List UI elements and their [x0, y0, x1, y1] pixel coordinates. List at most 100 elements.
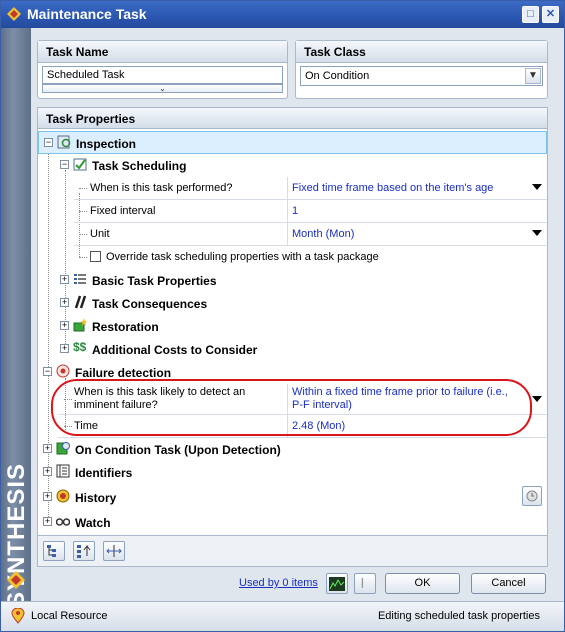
- tree-line: [79, 257, 87, 258]
- task-name-input[interactable]: Scheduled Task: [42, 66, 283, 84]
- property-label-cell: Time: [58, 415, 288, 437]
- identifiers-label: Identifiers: [75, 466, 133, 480]
- property-row-unit[interactable]: Unit Month (Mon): [74, 223, 547, 246]
- failure-detection-icon: [56, 364, 70, 378]
- task-scheduling-label: Task Scheduling: [92, 159, 187, 173]
- detect-failure-label: When is this task likely to detect an im…: [74, 386, 245, 412]
- collapse-icon[interactable]: −: [44, 138, 53, 147]
- tree-node-inspection[interactable]: − Inspection: [38, 131, 547, 154]
- close-button[interactable]: ✕: [542, 6, 559, 23]
- dropdown-arrow-icon[interactable]: ▼: [525, 68, 541, 84]
- task-class-select[interactable]: On Condition ▼: [300, 66, 543, 86]
- consequences-label: Task Consequences: [92, 297, 208, 311]
- task-properties-panel: Task Properties − Inspection − Task Sche…: [37, 107, 548, 567]
- collapse-icon[interactable]: −: [60, 160, 69, 169]
- close-icon: ✕: [545, 8, 556, 20]
- collapse-icon[interactable]: −: [43, 367, 52, 376]
- tree-node-additional-costs[interactable]: + $$ Additional Costs to Consider: [38, 338, 547, 361]
- glasses-icon: [56, 518, 70, 526]
- tree-node-watch[interactable]: + Watch: [38, 511, 547, 534]
- resize-columns-icon: [106, 545, 122, 557]
- history-label: History: [75, 491, 117, 505]
- expand-tree-icon: [47, 545, 56, 557]
- task-name-header: Task Name: [38, 41, 287, 63]
- detect-failure-value-line-2: P-F interval): [292, 399, 352, 411]
- local-resource-icon: [11, 608, 25, 624]
- expand-icon[interactable]: +: [43, 517, 52, 526]
- ok-button[interactable]: OK: [385, 573, 460, 594]
- status-right-text: Editing scheduled task properties: [377, 610, 540, 622]
- cancel-button[interactable]: Cancel: [471, 573, 546, 594]
- when-performed-value[interactable]: Fixed time frame based on the item's age: [292, 182, 493, 194]
- collapse-all-button[interactable]: [73, 541, 95, 561]
- expand-icon[interactable]: +: [60, 298, 69, 307]
- property-row-time[interactable]: Time 2.48 (Mon): [58, 415, 547, 438]
- history-settings-button[interactable]: [522, 486, 542, 506]
- tree-node-task-scheduling[interactable]: − Task Scheduling: [38, 154, 547, 177]
- list-icon: [74, 274, 86, 284]
- tree-node-on-condition[interactable]: + On Condition Task (Upon Detection): [38, 438, 547, 461]
- calendar-check-icon: [73, 158, 87, 171]
- chart-icon: [329, 577, 345, 591]
- unit-value[interactable]: Month (Mon): [292, 228, 354, 240]
- property-label-cell: Unit: [74, 223, 288, 245]
- property-label-cell: When is this task performed?: [74, 177, 288, 199]
- paperclip-icon: ⦚: [361, 576, 364, 591]
- detect-failure-value-line-1: Within a fixed time frame prior to failu…: [292, 386, 508, 398]
- watch-label: Watch: [75, 516, 111, 530]
- status-bar: Local Resource Editing scheduled task pr…: [1, 601, 564, 631]
- maintenance-task-window: Maintenance Task □ ✕ SYNTHESIS Task Name…: [0, 0, 565, 632]
- inspection-icon: [57, 135, 71, 149]
- properties-toolbar: [38, 535, 547, 566]
- maximize-icon: □: [527, 8, 534, 20]
- property-row-fixed-interval[interactable]: Fixed interval 1: [74, 200, 547, 223]
- tree-node-basic-properties[interactable]: + Basic Task Properties: [38, 269, 547, 292]
- task-class-group: Task Class On Condition ▼: [295, 40, 548, 99]
- failure-detection-label: Failure detection: [75, 366, 172, 380]
- property-label-cell: Fixed interval: [74, 200, 288, 222]
- property-row-when-performed[interactable]: When is this task performed? Fixed time …: [74, 177, 547, 200]
- tree-node-identifiers[interactable]: + Identifiers: [38, 461, 547, 484]
- override-checkbox[interactable]: [90, 251, 101, 262]
- clock-icon: [526, 490, 538, 502]
- tree-node-history[interactable]: + History: [38, 484, 547, 511]
- maximize-button[interactable]: □: [522, 6, 539, 23]
- expand-icon[interactable]: +: [60, 344, 69, 353]
- history-icon: [56, 489, 70, 503]
- detect-failure-value[interactable]: Within a fixed time frame prior to failu…: [292, 386, 508, 412]
- dropdown-arrow-icon[interactable]: [532, 230, 542, 236]
- task-properties-header: Task Properties: [38, 108, 547, 129]
- basic-properties-label: Basic Task Properties: [92, 274, 217, 288]
- tree-node-restoration[interactable]: + Restoration: [38, 315, 547, 338]
- expand-icon[interactable]: +: [43, 444, 52, 453]
- tools-icon: [74, 295, 87, 309]
- time-value[interactable]: 2.48 (Mon): [292, 420, 345, 432]
- dollar-icon: $$: [73, 340, 87, 354]
- additional-costs-label: Additional Costs to Consider: [92, 343, 258, 357]
- tree-node-failure-detection[interactable]: − Failure detection: [38, 361, 547, 384]
- attachments-button[interactable]: ⦚: [354, 573, 376, 594]
- expand-icon[interactable]: +: [60, 321, 69, 330]
- expand-all-button[interactable]: [43, 541, 65, 561]
- property-label-cell: When is this task likely to detect an im…: [58, 384, 288, 414]
- column-width-button[interactable]: [103, 541, 125, 561]
- task-name-group: Task Name Scheduled Task ⌄: [37, 40, 288, 99]
- task-name-expand-button[interactable]: ⌄: [42, 84, 283, 93]
- override-label: Override task scheduling properties with…: [106, 251, 379, 263]
- tree-node-consequences[interactable]: + Task Consequences: [38, 292, 547, 315]
- on-condition-label: On Condition Task (Upon Detection): [75, 443, 281, 457]
- expand-icon[interactable]: +: [43, 467, 52, 476]
- used-by-link[interactable]: Used by 0 items: [239, 577, 318, 589]
- fixed-interval-value[interactable]: 1: [292, 205, 298, 217]
- dropdown-arrow-icon[interactable]: [532, 396, 542, 402]
- side-brand-strip: SYNTHESIS: [1, 28, 31, 608]
- plot-button[interactable]: [326, 573, 348, 594]
- expand-icon[interactable]: +: [43, 492, 52, 501]
- when-performed-label: When is this task performed?: [90, 182, 233, 194]
- unit-label: Unit: [90, 228, 110, 240]
- expand-icon[interactable]: +: [60, 275, 69, 284]
- detect-failure-label-line-1: When is this task likely to detect an: [74, 386, 246, 398]
- fixed-interval-label: Fixed interval: [90, 205, 156, 217]
- property-row-detect-failure[interactable]: When is this task likely to detect an im…: [58, 384, 547, 415]
- dropdown-arrow-icon[interactable]: [532, 184, 542, 190]
